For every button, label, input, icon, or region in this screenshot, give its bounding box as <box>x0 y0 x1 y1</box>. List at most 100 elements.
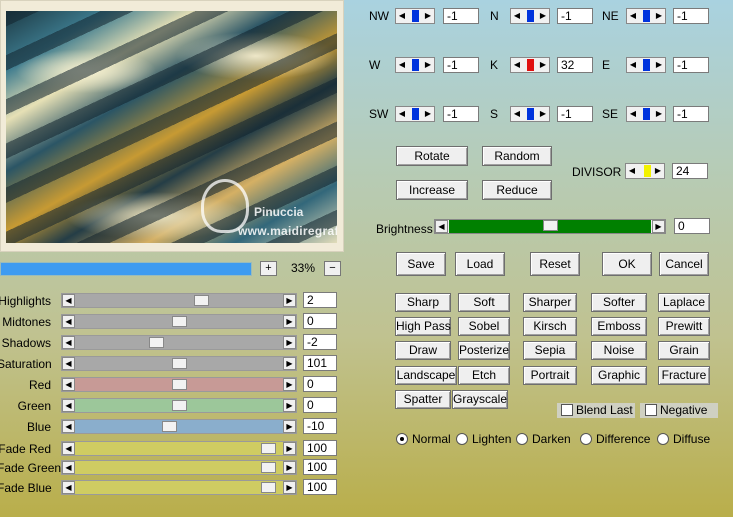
preset-spatter-button[interactable]: Spatter <box>395 390 451 409</box>
kernel-sw-slider-thumb[interactable] <box>412 108 419 120</box>
ok-button[interactable]: OK <box>602 252 652 276</box>
fade-blue-left-arrow-icon[interactable]: ◀ <box>62 481 75 494</box>
fade-red-left-arrow-icon[interactable]: ◀ <box>62 442 75 455</box>
kernel-se-right-arrow-icon[interactable]: ▶ <box>654 109 664 119</box>
midtones-right-arrow-icon[interactable]: ▶ <box>283 315 296 328</box>
shadows-input[interactable]: -2 <box>303 334 337 350</box>
fade-red-slider[interactable]: ◀ ▶ <box>61 441 297 456</box>
kernel-e-input[interactable]: -1 <box>673 57 709 73</box>
kernel-nw-slider[interactable]: ◀ ▶ <box>395 8 435 24</box>
kernel-e-right-arrow-icon[interactable]: ▶ <box>654 60 664 70</box>
shadows-slider[interactable]: ◀ ▶ <box>61 335 297 350</box>
rotate-button[interactable]: Rotate <box>396 146 468 166</box>
red-slider[interactable]: ◀ ▶ <box>61 377 297 392</box>
preset-portrait-button[interactable]: Portrait <box>523 366 577 385</box>
kernel-e-left-arrow-icon[interactable]: ◀ <box>628 60 638 70</box>
divisor-left-arrow-icon[interactable]: ◀ <box>627 166 637 176</box>
preset-landscape-button[interactable]: Landscape <box>395 366 457 385</box>
preset-sepia-button[interactable]: Sepia <box>523 341 577 360</box>
highlights-input[interactable]: 2 <box>303 292 337 308</box>
fade-red-right-arrow-icon[interactable]: ▶ <box>283 442 296 455</box>
green-left-arrow-icon[interactable]: ◀ <box>62 399 75 412</box>
blend-mode-normal-radio[interactable] <box>396 433 408 445</box>
blend-last-checkbox[interactable] <box>561 404 573 416</box>
preset-sobel-button[interactable]: Sobel <box>458 317 510 336</box>
divisor-right-arrow-icon[interactable]: ▶ <box>653 166 663 176</box>
kernel-e-slider-thumb[interactable] <box>643 59 650 71</box>
brightness-input[interactable]: 0 <box>674 218 710 234</box>
kernel-k-slider[interactable]: ◀ ▶ <box>510 57 550 73</box>
kernel-ne-slider[interactable]: ◀ ▶ <box>626 8 666 24</box>
preset-softer-button[interactable]: Softer <box>591 293 647 312</box>
kernel-nw-input[interactable]: -1 <box>443 8 479 24</box>
kernel-nw-right-arrow-icon[interactable]: ▶ <box>423 11 433 21</box>
kernel-w-right-arrow-icon[interactable]: ▶ <box>423 60 433 70</box>
divisor-slider-thumb[interactable] <box>644 165 651 177</box>
shadows-left-arrow-icon[interactable]: ◀ <box>62 336 75 349</box>
brightness-right-arrow-icon[interactable]: ▶ <box>652 220 665 233</box>
preset-prewitt-button[interactable]: Prewitt <box>658 317 710 336</box>
preset-soft-button[interactable]: Soft <box>458 293 510 312</box>
fade-green-slider-thumb[interactable] <box>261 462 276 473</box>
midtones-left-arrow-icon[interactable]: ◀ <box>62 315 75 328</box>
kernel-nw-slider-thumb[interactable] <box>412 10 419 22</box>
red-right-arrow-icon[interactable]: ▶ <box>283 378 296 391</box>
saturation-slider[interactable]: ◀ ▶ <box>61 356 297 371</box>
shadows-right-arrow-icon[interactable]: ▶ <box>283 336 296 349</box>
fade-green-right-arrow-icon[interactable]: ▶ <box>283 461 296 474</box>
kernel-w-input[interactable]: -1 <box>443 57 479 73</box>
highlights-slider[interactable]: ◀ ▶ <box>61 293 297 308</box>
kernel-s-slider[interactable]: ◀ ▶ <box>510 106 550 122</box>
saturation-slider-thumb[interactable] <box>172 358 187 369</box>
red-slider-thumb[interactable] <box>172 379 187 390</box>
green-slider-thumb[interactable] <box>172 400 187 411</box>
zoom-bar[interactable] <box>0 262 252 276</box>
kernel-e-slider[interactable]: ◀ ▶ <box>626 57 666 73</box>
saturation-input[interactable]: 101 <box>303 355 337 371</box>
blue-input[interactable]: -10 <box>303 418 337 434</box>
save-button[interactable]: Save <box>396 252 446 276</box>
fade-green-input[interactable]: 100 <box>303 459 337 475</box>
kernel-n-input[interactable]: -1 <box>557 8 593 24</box>
blend-mode-difference-radio[interactable] <box>580 433 592 445</box>
kernel-sw-left-arrow-icon[interactable]: ◀ <box>397 109 407 119</box>
midtones-input[interactable]: 0 <box>303 313 337 329</box>
green-slider[interactable]: ◀ ▶ <box>61 398 297 413</box>
zoom-in-button[interactable]: + <box>260 261 277 276</box>
brightness-slider-thumb[interactable] <box>543 220 558 231</box>
kernel-k-slider-thumb[interactable] <box>527 59 534 71</box>
kernel-n-right-arrow-icon[interactable]: ▶ <box>538 11 548 21</box>
blend-mode-darken-radio[interactable] <box>516 433 528 445</box>
blue-right-arrow-icon[interactable]: ▶ <box>283 420 296 433</box>
blend-mode-diffuse-radio[interactable] <box>657 433 669 445</box>
fade-blue-input[interactable]: 100 <box>303 479 337 495</box>
highlights-slider-thumb[interactable] <box>194 295 209 306</box>
preset-draw-button[interactable]: Draw <box>395 341 451 360</box>
kernel-k-input[interactable]: 32 <box>557 57 593 73</box>
blue-slider-thumb[interactable] <box>162 421 177 432</box>
kernel-ne-input[interactable]: -1 <box>673 8 709 24</box>
green-input[interactable]: 0 <box>303 397 337 413</box>
fade-red-input[interactable]: 100 <box>303 440 337 456</box>
red-left-arrow-icon[interactable]: ◀ <box>62 378 75 391</box>
fade-blue-right-arrow-icon[interactable]: ▶ <box>283 481 296 494</box>
kernel-k-right-arrow-icon[interactable]: ▶ <box>538 60 548 70</box>
highlights-right-arrow-icon[interactable]: ▶ <box>283 294 296 307</box>
kernel-w-left-arrow-icon[interactable]: ◀ <box>397 60 407 70</box>
kernel-s-input[interactable]: -1 <box>557 106 593 122</box>
brightness-slider[interactable]: ◀ ▶ <box>434 219 666 234</box>
preset-etch-button[interactable]: Etch <box>458 366 510 385</box>
blend-last-option[interactable]: Blend Last <box>557 403 635 418</box>
preset-high-pass-button[interactable]: High Pass <box>395 317 451 336</box>
negative-option[interactable]: Negative <box>640 403 718 418</box>
blend-mode-lighten-radio[interactable] <box>456 433 468 445</box>
preset-fracture-button[interactable]: Fracture <box>658 366 710 385</box>
preset-sharper-button[interactable]: Sharper <box>523 293 577 312</box>
negative-checkbox[interactable] <box>645 404 657 416</box>
blue-slider[interactable]: ◀ ▶ <box>61 419 297 434</box>
fade-blue-slider[interactable]: ◀ ▶ <box>61 480 297 495</box>
saturation-right-arrow-icon[interactable]: ▶ <box>283 357 296 370</box>
divisor-slider[interactable]: ◀ ▶ <box>625 163 665 179</box>
kernel-w-slider[interactable]: ◀ ▶ <box>395 57 435 73</box>
kernel-sw-slider[interactable]: ◀ ▶ <box>395 106 435 122</box>
